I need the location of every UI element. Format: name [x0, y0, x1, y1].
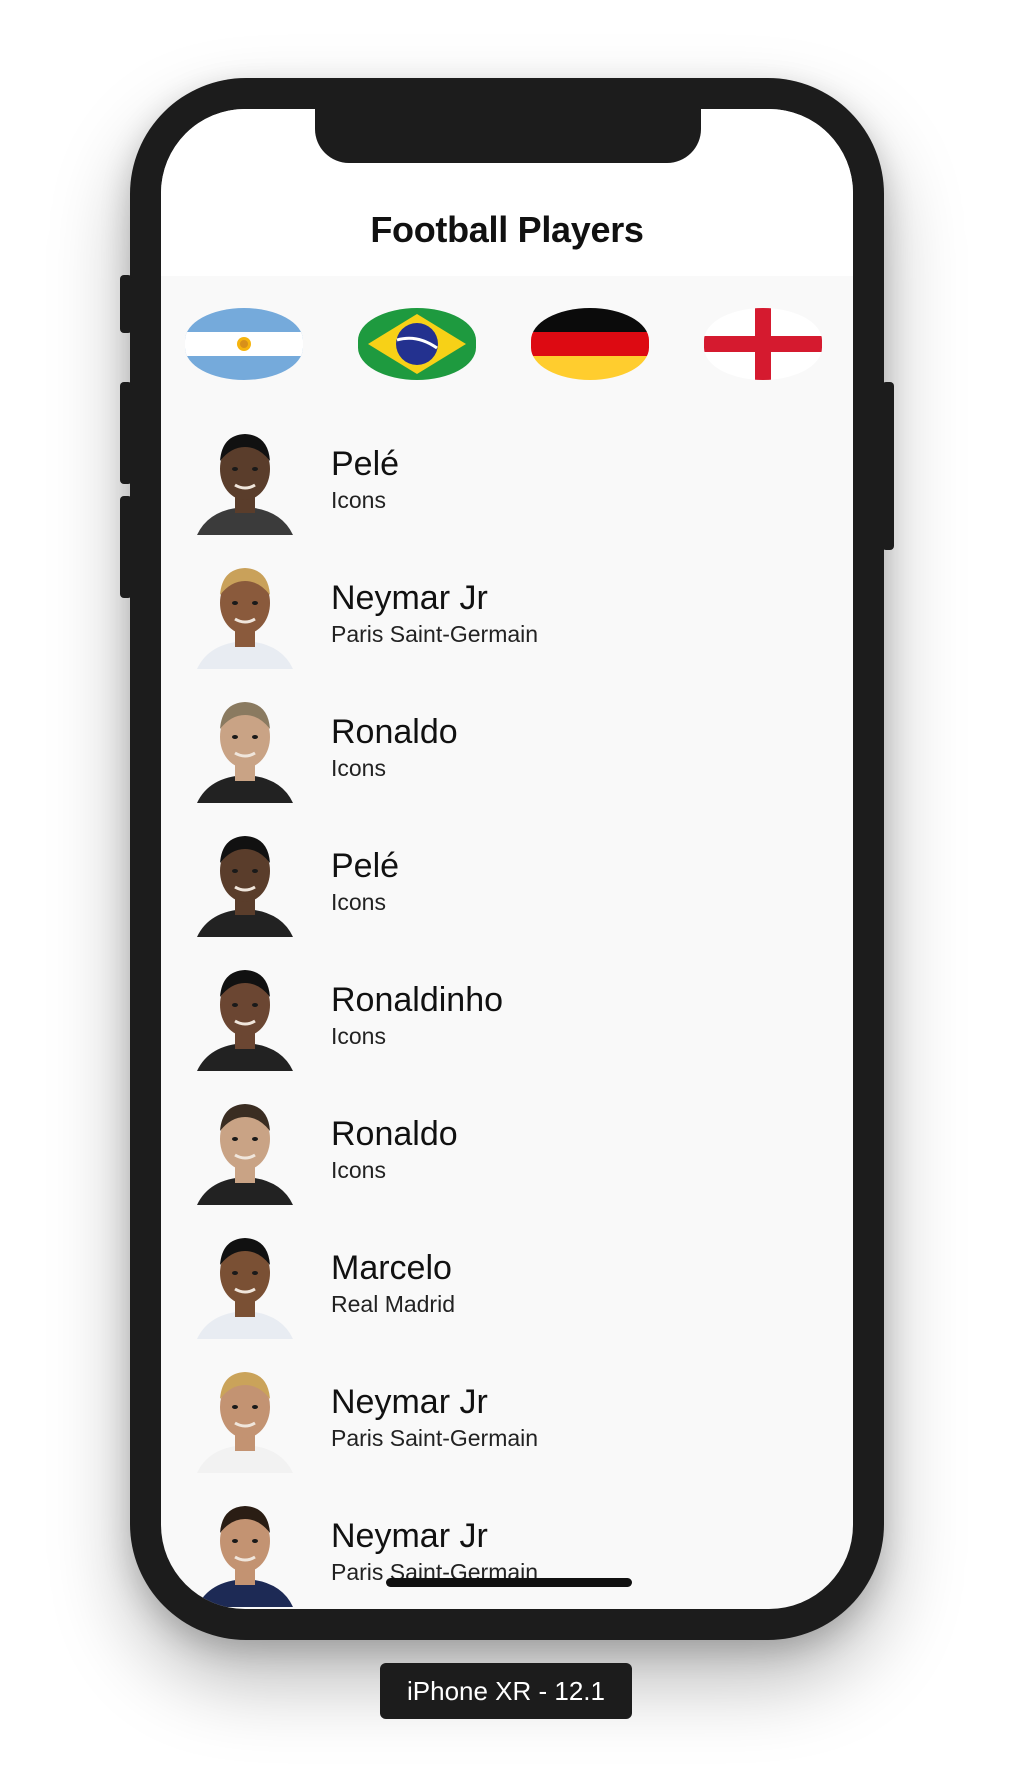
power-button	[882, 382, 894, 550]
player-photo	[189, 687, 301, 803]
player-photo	[189, 821, 301, 937]
simulator-device-label: iPhone XR - 12.1	[380, 1663, 632, 1719]
player-photo	[189, 1357, 301, 1473]
player-club: Paris Saint-Germain	[331, 1425, 539, 1451]
mute-switch	[120, 275, 132, 333]
player-name: Ronaldo	[331, 713, 458, 751]
volume-down-button	[120, 496, 132, 598]
brazil-flag-icon[interactable]	[358, 308, 476, 380]
player-club: Icons	[331, 487, 386, 513]
england-flag-icon[interactable]	[704, 308, 822, 380]
player-club: Paris Saint-Germain	[331, 621, 539, 647]
player-photo	[189, 1089, 301, 1205]
player-club: Icons	[331, 755, 386, 781]
player-row[interactable]: Ronaldo Icons	[161, 1079, 853, 1213]
app-screen: Football Players Pelé Icons Neymar Jr Pa…	[161, 109, 853, 1609]
player-club: Icons	[331, 1023, 386, 1049]
player-name: Ronaldo	[331, 1115, 458, 1153]
player-photo	[189, 419, 301, 535]
player-club: Real Madrid	[331, 1291, 455, 1317]
player-club: Icons	[331, 889, 386, 915]
device-notch	[315, 109, 701, 163]
player-row[interactable]: Marcelo Real Madrid	[161, 1213, 853, 1347]
germany-flag-icon[interactable]	[531, 308, 649, 380]
player-name: Marcelo	[331, 1249, 452, 1287]
player-name: Neymar Jr	[331, 1517, 488, 1555]
player-photo	[189, 553, 301, 669]
player-row[interactable]: Neymar Jr Paris Saint-Germain	[161, 543, 853, 677]
player-photo	[189, 1223, 301, 1339]
player-photo	[189, 1491, 301, 1607]
player-row[interactable]: Ronaldo Icons	[161, 677, 853, 811]
player-row[interactable]: Pelé Icons	[161, 409, 853, 543]
country-flag-filter	[161, 308, 853, 380]
page-title: Football Players	[370, 209, 644, 250]
argentina-flag-icon[interactable]	[185, 308, 303, 380]
player-name: Ronaldinho	[331, 981, 504, 1019]
player-list: Pelé Icons Neymar Jr Paris Saint-Germain Ron…	[161, 409, 853, 1609]
player-name: Pelé	[331, 445, 400, 483]
player-photo	[189, 955, 301, 1071]
home-indicator[interactable]	[386, 1578, 632, 1587]
volume-up-button	[120, 382, 132, 484]
player-row[interactable]: Neymar Jr Paris Saint-Germain	[161, 1347, 853, 1481]
player-row[interactable]: Pelé Icons	[161, 811, 853, 945]
iphone-device-frame: Football Players Pelé Icons Neymar Jr Pa…	[120, 78, 894, 1640]
player-name: Neymar Jr	[331, 579, 488, 617]
player-name: Neymar Jr	[331, 1383, 488, 1421]
player-name: Pelé	[331, 847, 400, 885]
player-row[interactable]: Neymar Jr Paris Saint-Germain	[161, 1481, 853, 1609]
player-club: Icons	[331, 1157, 386, 1183]
player-row[interactable]: Ronaldinho Icons	[161, 945, 853, 1079]
